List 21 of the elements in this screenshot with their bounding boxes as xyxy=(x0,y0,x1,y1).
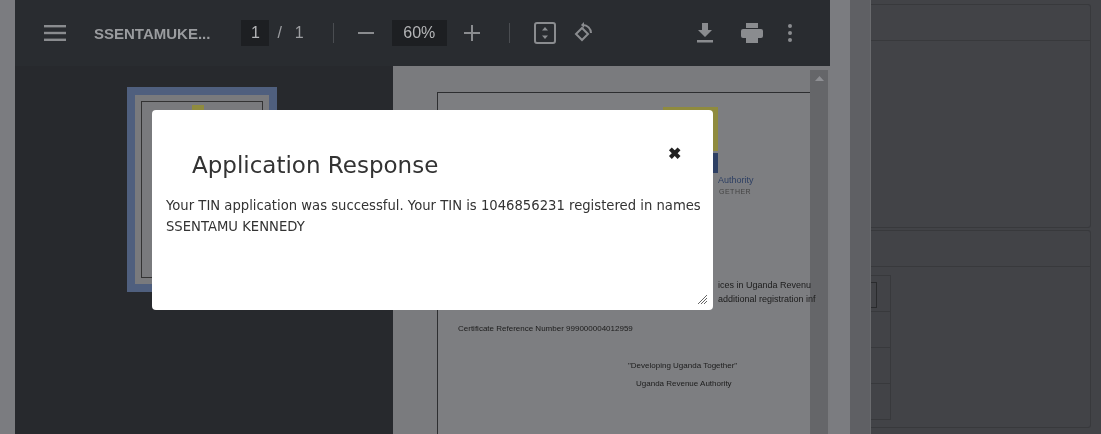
document-title: SSENTAMUKE... xyxy=(94,24,211,42)
zoom-field[interactable]: 60% xyxy=(391,20,447,46)
zoom-in-icon[interactable] xyxy=(463,25,480,41)
motto-text: "Developing Uganda Together" xyxy=(628,361,738,370)
page-total: 1 xyxy=(294,24,304,42)
resize-grip-icon[interactable] xyxy=(698,295,707,304)
more-options-icon[interactable] xyxy=(788,24,792,42)
dialog-title: Application Response xyxy=(192,152,439,178)
page-number-field[interactable]: 1 xyxy=(241,20,270,46)
page-separator: / xyxy=(277,24,282,42)
dialog-message: Your TIN application was successful. Your TIN is 1046856231 registered in names SSENTAMU KENNEDY xyxy=(166,197,702,236)
fit-page-icon[interactable] xyxy=(533,22,556,44)
print-icon[interactable] xyxy=(741,23,763,43)
issuer-text: Uganda Revenue Authority xyxy=(636,379,732,388)
document-text: additional registration inf xyxy=(718,294,816,304)
menu-icon[interactable] xyxy=(44,25,66,41)
close-button[interactable]: ✖ xyxy=(668,144,681,163)
logo-text: Authority xyxy=(718,175,754,185)
download-icon[interactable] xyxy=(697,23,713,43)
document-text: ices in Uganda Revenu xyxy=(718,280,812,290)
reference-number: Certificate Reference Number 999000004012959 xyxy=(458,324,633,333)
